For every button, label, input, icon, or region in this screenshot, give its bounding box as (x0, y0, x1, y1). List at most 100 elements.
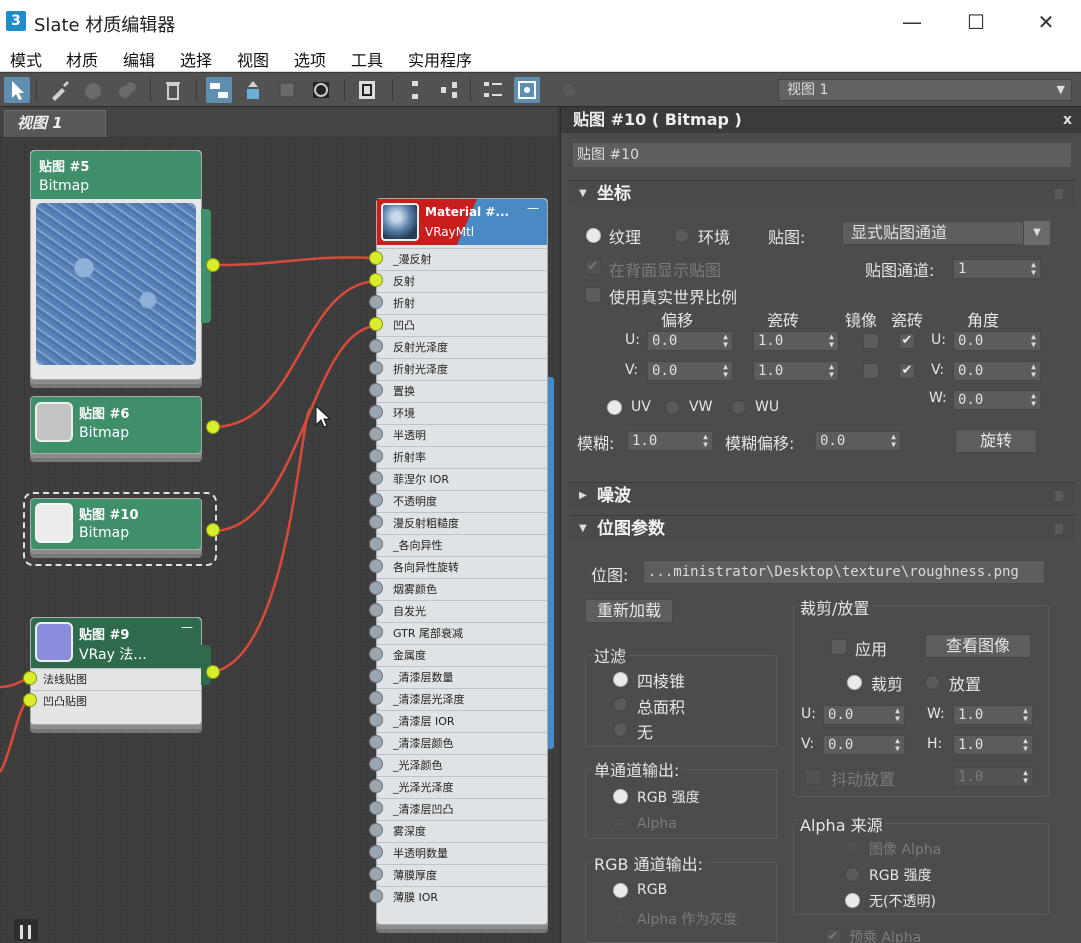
material-slot[interactable]: 凹凸 (377, 314, 547, 336)
map-channel-spinner[interactable]: 1 ▲ ▼ (953, 259, 1041, 279)
node-map9[interactable]: 贴图 #9 VRay 法... — 法线贴图 凹凸贴图 (30, 617, 202, 725)
node-map9-input-bump-socket[interactable] (23, 693, 37, 707)
node-map6-output-socket[interactable] (206, 420, 220, 434)
material-slot[interactable]: _光泽颜色 (377, 754, 547, 776)
wu-radio[interactable] (731, 400, 746, 415)
material-socket[interactable] (369, 669, 383, 683)
node-map5[interactable]: 贴图 #5 Bitmap (30, 150, 202, 380)
map-name-input[interactable]: 贴图 #10 (573, 143, 1071, 167)
render-icon[interactable] (556, 77, 582, 103)
node-map6[interactable]: 贴图 #6 Bitmap (30, 396, 202, 454)
w-angle-spinner[interactable]: 0.0 ▲ ▼ (953, 390, 1041, 410)
menu-tools[interactable]: 工具 (351, 47, 383, 71)
material-slot[interactable]: 环境 (377, 402, 547, 424)
crop-w-spinner[interactable]: 1.0 ▲ ▼ (953, 705, 1033, 725)
mono-alpha-radio[interactable] (613, 817, 628, 832)
u-tile-checkbox[interactable]: ✔ (899, 333, 915, 349)
material-slot[interactable]: 折射率 (377, 446, 547, 468)
premult-checkbox[interactable]: ✔ (825, 929, 841, 943)
alpha-rgb-radio[interactable] (845, 867, 860, 882)
material-socket-diffuse[interactable] (369, 251, 383, 265)
material-socket[interactable] (369, 449, 383, 463)
material-slot[interactable]: 烟雾颜色 (377, 578, 547, 600)
material-slot[interactable]: GTR 尾部衰减 (377, 622, 547, 644)
material-socket[interactable] (369, 691, 383, 705)
crop-u-spinner[interactable]: 0.0 ▲ ▼ (823, 705, 905, 725)
material-slot[interactable]: 折射 (377, 292, 547, 314)
material-slot[interactable]: _清漆层凹凸 (377, 798, 547, 820)
show-back-checkbox[interactable]: ✔ (585, 259, 601, 275)
move-children-icon[interactable] (206, 77, 232, 103)
node-map9-collapse-icon[interactable]: — (181, 620, 193, 634)
tab-view-1[interactable]: 视图 1 (4, 110, 106, 137)
eyedropper-icon[interactable] (46, 77, 72, 103)
rgb-alpha-radio[interactable] (613, 911, 628, 926)
material-socket[interactable] (369, 625, 383, 639)
alpha-image-radio[interactable] (845, 840, 860, 855)
material-socket[interactable] (369, 471, 383, 485)
view-selector-dropdown[interactable]: 视图 1 ▼ (778, 79, 1072, 101)
crop-radio[interactable] (847, 675, 862, 690)
real-world-checkbox[interactable] (585, 287, 601, 303)
rollout-coordinates[interactable]: ▼ 坐标 (569, 180, 1075, 206)
material-socket[interactable] (369, 889, 383, 903)
material-slot[interactable]: 金属度 (377, 644, 547, 666)
material-socket[interactable] (369, 647, 383, 661)
material-socket[interactable] (369, 339, 383, 353)
material-slot[interactable]: 反射 (377, 270, 547, 292)
material-socket[interactable] (369, 603, 383, 617)
assign-material-icon[interactable] (114, 77, 140, 103)
node-material-collapse-icon[interactable]: — (527, 201, 539, 215)
material-navigator-icon[interactable] (480, 77, 506, 103)
node-map5-output-socket[interactable] (206, 258, 220, 272)
material-slot[interactable]: 半透明 (377, 424, 547, 446)
material-slot[interactable]: 半透明数量 (377, 842, 547, 864)
vw-radio[interactable] (665, 400, 680, 415)
jitter-checkbox[interactable] (805, 769, 821, 785)
material-slot[interactable]: _清漆层 IOR (377, 710, 547, 732)
material-slot[interactable]: _清漆层光泽度 (377, 688, 547, 710)
rollout-noise[interactable]: ▶ 噪波 (569, 482, 1075, 508)
texture-radio[interactable] (586, 228, 601, 243)
panel-close-icon[interactable]: x (1063, 107, 1072, 133)
alpha-none-radio[interactable] (845, 893, 860, 908)
jitter-spinner[interactable]: 1.0 ▲ ▼ (953, 767, 1033, 787)
material-slot[interactable]: _漫反射 (377, 248, 547, 270)
node-material[interactable]: Material #... VRayMtl — _漫反射 反射 折射 凹凸 反射… (376, 198, 548, 925)
material-socket[interactable] (369, 295, 383, 309)
crop-h-spinner[interactable]: 1.0 ▲ ▼ (953, 735, 1033, 755)
node-map10-output-socket[interactable] (206, 523, 220, 537)
material-id-icon[interactable] (354, 77, 380, 103)
material-socket[interactable] (369, 801, 383, 815)
material-socket[interactable] (369, 867, 383, 881)
material-socket[interactable] (369, 713, 383, 727)
rgb-rgb-radio[interactable] (613, 883, 628, 898)
material-socket[interactable] (369, 779, 383, 793)
material-socket-bump[interactable] (369, 317, 383, 331)
node-map9-slot-bump[interactable]: 凹凸贴图 (31, 690, 201, 712)
filter-none-radio[interactable] (613, 722, 628, 737)
material-slot[interactable]: 各向异性旋转 (377, 556, 547, 578)
navigator-hand-icon[interactable] (14, 919, 38, 941)
uv-radio[interactable] (607, 400, 622, 415)
material-slot[interactable]: 自发光 (377, 600, 547, 622)
material-socket[interactable] (369, 735, 383, 749)
blur-offset-spinner[interactable]: 0.0 ▲ ▼ (815, 431, 901, 451)
material-slot[interactable]: 菲涅尔 IOR (377, 468, 547, 490)
show-background-icon[interactable] (308, 77, 334, 103)
node-map9-output-socket[interactable] (206, 665, 220, 679)
minimize-button[interactable]: — (884, 4, 940, 40)
menu-select[interactable]: 选择 (180, 47, 212, 71)
show-map-icon[interactable] (274, 77, 300, 103)
material-socket[interactable] (369, 581, 383, 595)
material-slot[interactable]: 反射光泽度 (377, 336, 547, 358)
v-angle-spinner[interactable]: 0.0 ▲ ▼ (953, 361, 1041, 381)
v-mirror-checkbox[interactable] (863, 363, 879, 379)
material-socket[interactable] (369, 845, 383, 859)
material-slot[interactable]: _清漆层数量 (377, 666, 547, 688)
filter-pyramidal-radio[interactable] (613, 672, 628, 687)
material-socket[interactable] (369, 823, 383, 837)
u-offset-spinner[interactable]: 0.0 ▲ ▼ (647, 331, 733, 351)
menu-material[interactable]: 材质 (66, 47, 98, 71)
u-mirror-checkbox[interactable] (863, 333, 879, 349)
